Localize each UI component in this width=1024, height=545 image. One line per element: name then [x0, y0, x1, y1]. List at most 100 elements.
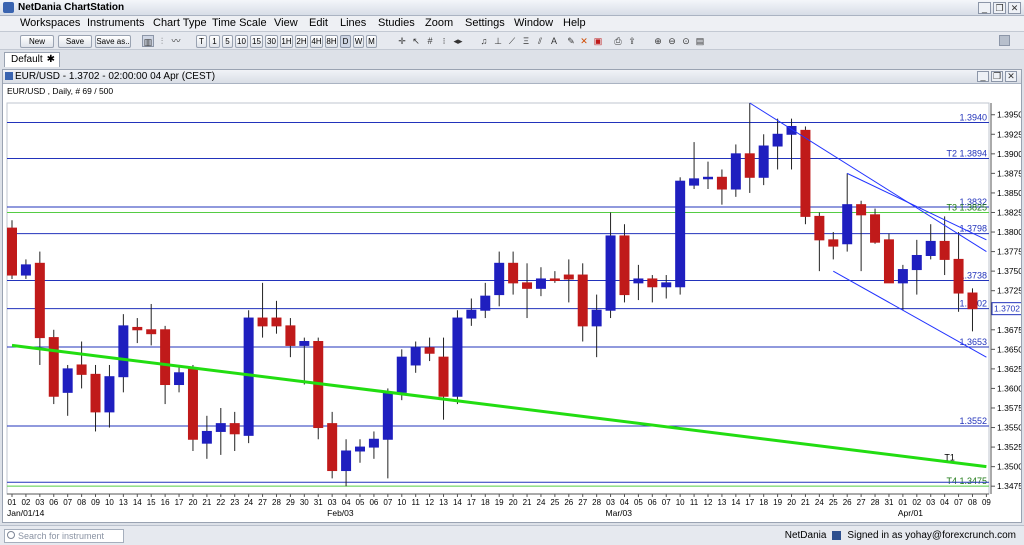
timescale-1h-button[interactable]: 1H [280, 35, 293, 48]
candle-up[interactable] [605, 235, 616, 311]
candle-up[interactable] [703, 176, 713, 180]
candle-up[interactable] [730, 153, 741, 190]
candle-up[interactable] [341, 450, 352, 472]
candle-down[interactable] [424, 347, 435, 354]
menu-view[interactable]: View [274, 17, 298, 29]
candle-down[interactable] [327, 423, 338, 472]
chart-minimize-icon[interactable]: _ [977, 71, 989, 82]
candle-down[interactable] [508, 262, 519, 284]
candle-down[interactable] [90, 373, 101, 413]
candle-up[interactable] [118, 325, 129, 378]
timescale-d-button[interactable]: D [340, 35, 351, 48]
candle-up[interactable] [174, 372, 185, 386]
candle-up[interactable] [396, 356, 407, 393]
candle-up[interactable] [911, 254, 922, 271]
line-chart-icon[interactable]: 〰 [170, 35, 182, 47]
candle-down[interactable] [34, 262, 45, 339]
candle-down[interactable] [229, 423, 240, 435]
candle-up[interactable] [382, 391, 393, 440]
timescale-t-button[interactable]: T [196, 35, 207, 48]
candle-up[interactable] [466, 309, 477, 319]
candle-down[interactable] [187, 368, 198, 440]
candle-up[interactable] [104, 376, 115, 413]
candle-down[interactable] [146, 329, 157, 335]
price-chart[interactable]: EUR/USD , Daily, # 69 / 500 1.3940 T2 1.38… [3, 85, 1021, 523]
chart-close-icon[interactable]: ✕ [1005, 71, 1017, 82]
candle-down[interactable] [953, 258, 964, 294]
search-input[interactable]: Search for instrument [4, 529, 124, 543]
candle-up[interactable] [633, 278, 644, 284]
candle-down[interactable] [271, 317, 282, 327]
candle-down[interactable] [883, 239, 894, 284]
restore-icon[interactable]: ❐ [993, 2, 1006, 14]
candle-down[interactable] [438, 356, 449, 397]
candle-down[interactable] [7, 227, 17, 276]
bar-chart-icon[interactable]: ▥ [142, 35, 154, 47]
timescale-8h-button[interactable]: 8H [325, 35, 338, 48]
menu-edit[interactable]: Edit [309, 17, 328, 29]
trendline-icon[interactable]: ⟋ [506, 35, 518, 47]
candle-up[interactable] [925, 240, 936, 256]
menu-chart-type[interactable]: Chart Type [153, 17, 207, 29]
candle-down[interactable] [939, 240, 950, 260]
chart-maximize-icon[interactable]: ❐ [991, 71, 1003, 82]
menu-time-scale[interactable]: Time Scale [212, 17, 267, 29]
timescale-15-button[interactable]: 15 [250, 35, 263, 48]
timescale-1-button[interactable]: 1 [209, 35, 220, 48]
menu-lines[interactable]: Lines [340, 17, 366, 29]
candle-down[interactable] [48, 337, 59, 397]
minimize-icon[interactable]: _ [978, 2, 991, 14]
candle-down[interactable] [619, 235, 630, 296]
candle-up[interactable] [897, 269, 908, 284]
candle-down[interactable] [856, 204, 867, 216]
menu-window[interactable]: Window [514, 17, 553, 29]
candle-up[interactable] [410, 347, 421, 366]
cursor-icon[interactable]: ↖ [410, 35, 422, 47]
candle-down[interactable] [563, 274, 574, 280]
delete-all-icon[interactable]: ▣ [592, 35, 604, 47]
candle-up[interactable] [215, 423, 226, 432]
menu-workspaces[interactable]: Workspaces [20, 17, 80, 29]
ruler-icon[interactable]: ⊥ [492, 35, 504, 47]
close-icon[interactable]: ✕ [1008, 2, 1021, 14]
channel-icon[interactable]: ⫽ [534, 35, 546, 47]
candle-up[interactable] [494, 262, 505, 296]
marker-icon[interactable]: ⁝ [438, 35, 450, 47]
candle-down[interactable] [285, 325, 296, 346]
save-button[interactable]: Save [58, 35, 92, 48]
menu-instruments[interactable]: Instruments [87, 17, 144, 29]
zoom-fit-icon[interactable]: ⊙ [680, 35, 692, 47]
menu-zoom[interactable]: Zoom [425, 17, 453, 29]
candle-up[interactable] [299, 341, 310, 346]
candle-down[interactable] [716, 176, 727, 190]
pen-icon[interactable]: ✎ [565, 35, 577, 47]
timescale-10-button[interactable]: 10 [235, 35, 248, 48]
new-button[interactable]: New [20, 35, 54, 48]
candle-down[interactable] [744, 153, 755, 178]
crosshair-icon[interactable]: ✛ [396, 35, 408, 47]
candle-down[interactable] [577, 274, 588, 327]
zoom-out-icon[interactable]: ⊖ [666, 35, 678, 47]
candle-down[interactable] [814, 215, 825, 241]
candle-up[interactable] [689, 178, 700, 186]
timescale-4h-button[interactable]: 4H [310, 35, 323, 48]
delete-lines-icon[interactable]: ✕ [578, 35, 590, 47]
ohlc-icon[interactable]: ⫶ [156, 35, 168, 47]
timescale-m-button[interactable]: M [366, 35, 377, 48]
timescale-5-button[interactable]: 5 [222, 35, 233, 48]
candle-up[interactable] [758, 145, 769, 178]
timescale-2h-button[interactable]: 2H [295, 35, 308, 48]
candle-down[interactable] [76, 364, 87, 375]
candle-down[interactable] [549, 278, 560, 282]
zoom-in-icon[interactable]: ⊕ [652, 35, 664, 47]
candle-up[interactable] [355, 446, 365, 452]
candle-up[interactable] [62, 368, 73, 393]
candle-down[interactable] [160, 329, 171, 386]
zoom-reset-icon[interactable]: ▤ [694, 35, 706, 47]
bell-icon[interactable]: ♫ [478, 35, 490, 47]
candle-up[interactable] [480, 295, 491, 311]
grid-icon[interactable]: # [424, 35, 436, 47]
tab-default[interactable]: Default ✱ [4, 52, 60, 67]
candle-down[interactable] [967, 292, 978, 310]
text-tool-icon[interactable]: A [548, 35, 560, 47]
